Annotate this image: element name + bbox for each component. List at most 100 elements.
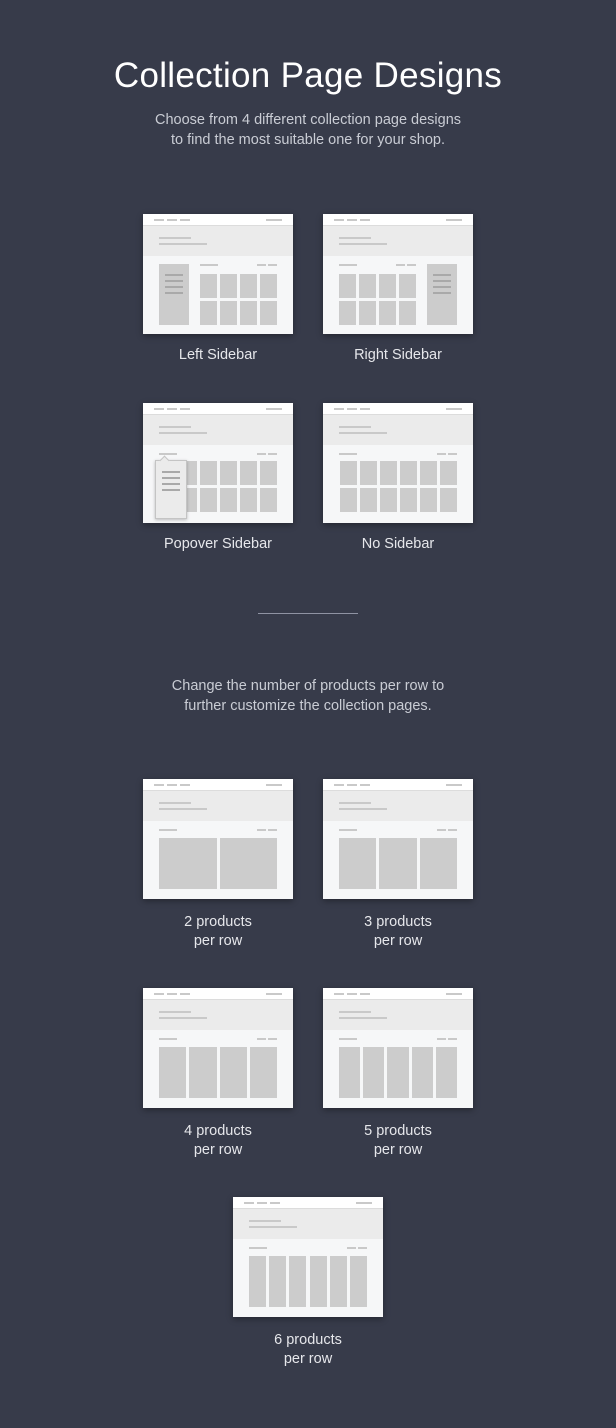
toolbar-line [339, 264, 357, 266]
thumbnail-hero [323, 415, 473, 445]
toolbar-line [159, 1038, 177, 1040]
section-divider [258, 613, 358, 614]
design-option-right-sidebar[interactable]: Right Sidebar [323, 214, 473, 363]
page-thumbnail [143, 403, 293, 523]
thumbnail-hero [143, 791, 293, 821]
product-placeholder [419, 838, 457, 889]
nav-line [257, 1202, 267, 1204]
sidebar-line [433, 274, 451, 276]
page-thumbnail [323, 214, 473, 334]
design-label: Popover Sidebar [163, 536, 272, 552]
nav-line [347, 219, 357, 221]
product-placeholder [379, 301, 396, 325]
products-option-6[interactable]: 6 products per row [233, 1197, 383, 1367]
product-placeholder [387, 1047, 409, 1098]
nav-line [360, 784, 370, 786]
product-placeholder [260, 274, 277, 298]
product-placeholder [359, 301, 376, 325]
thumbnail-hero [323, 791, 473, 821]
products-option-4[interactable]: 4 products per row [143, 988, 293, 1158]
products-subtitle-line: Change the number of products per row to [171, 678, 445, 694]
products-option-3[interactable]: 3 products per row [323, 779, 473, 949]
thumbnail-sidebar [427, 264, 457, 325]
nav-line [446, 784, 462, 786]
page-title: Collection Page Designs [113, 56, 503, 95]
label-line: per row [283, 1351, 333, 1367]
hero-line [339, 1017, 387, 1019]
label-line: 3 products [364, 914, 432, 930]
product-placeholder [260, 488, 277, 512]
design-option-no-sidebar[interactable]: No Sidebar [323, 403, 473, 552]
label-line: per row [373, 1142, 423, 1158]
nav-line [167, 408, 177, 410]
nav-line [154, 219, 164, 221]
product-placeholder [220, 488, 237, 512]
product-placeholder [189, 1047, 217, 1098]
design-option-popover-sidebar[interactable]: Popover Sidebar [143, 403, 293, 552]
product-placeholder [359, 274, 376, 298]
product-placeholder [260, 461, 277, 485]
sidebar-line [165, 286, 183, 288]
nav-line [266, 219, 282, 221]
toolbar-line [437, 453, 446, 455]
sidebar-line [433, 280, 451, 282]
nav-line [270, 1202, 280, 1204]
nav-line [266, 993, 282, 995]
popover-sidebar [155, 455, 187, 519]
hero-line [159, 426, 191, 428]
product-placeholder [380, 461, 397, 485]
product-placeholder [240, 461, 257, 485]
product-placeholder [240, 274, 257, 298]
nav-line [180, 219, 190, 221]
toolbar-line [407, 264, 416, 266]
product-placeholder [349, 1256, 367, 1307]
thumbnail-topbar [143, 988, 293, 1000]
popover-arrow [159, 455, 170, 466]
nav-line [180, 784, 190, 786]
toolbar-line [268, 453, 277, 455]
nav-line [334, 784, 344, 786]
products-option-label: 6 products per row [213, 1331, 403, 1369]
toolbar-line [339, 829, 357, 831]
page-thumbnail [143, 988, 293, 1108]
hero-line [339, 432, 387, 434]
thumbnail-topbar [323, 214, 473, 226]
product-placeholder [435, 1047, 457, 1098]
product-placeholder [440, 488, 457, 512]
product-placeholder [400, 488, 417, 512]
label-line: 5 products [364, 1123, 432, 1139]
thumbnail-topbar [323, 403, 473, 415]
product-placeholder [219, 1047, 247, 1098]
label-line: 2 products [184, 914, 252, 930]
design-option-left-sidebar[interactable]: Left Sidebar [143, 214, 293, 363]
toolbar-line [437, 1038, 446, 1040]
toolbar-line [257, 264, 266, 266]
nav-line [446, 408, 462, 410]
nav-line [180, 408, 190, 410]
thumbnail-hero [323, 1000, 473, 1030]
thumbnail-sidebar [159, 264, 189, 325]
product-placeholder [440, 461, 457, 485]
hero-line [339, 802, 371, 804]
product-placeholder [411, 1047, 433, 1098]
products-option-5[interactable]: 5 products per row [323, 988, 473, 1158]
product-placeholder [200, 301, 217, 325]
thumbnail-hero [143, 1000, 293, 1030]
products-option-label: 5 products per row [303, 1122, 493, 1160]
products-option-2[interactable]: 2 products per row [143, 779, 293, 949]
nav-line [167, 993, 177, 995]
page-thumbnail [143, 214, 293, 334]
products-subtitle-line: further customize the collection pages. [184, 698, 432, 714]
page-thumbnail [233, 1197, 383, 1317]
nav-line [360, 219, 370, 221]
nav-line [154, 993, 164, 995]
page-thumbnail [323, 779, 473, 899]
hero-line [339, 808, 387, 810]
thumbnail-topbar [143, 779, 293, 791]
nav-line [167, 219, 177, 221]
toolbar-line [347, 1247, 356, 1249]
hero-line [339, 1011, 371, 1013]
product-placeholder [379, 274, 396, 298]
sidebar-line [433, 292, 451, 294]
toolbar-line [268, 1038, 277, 1040]
